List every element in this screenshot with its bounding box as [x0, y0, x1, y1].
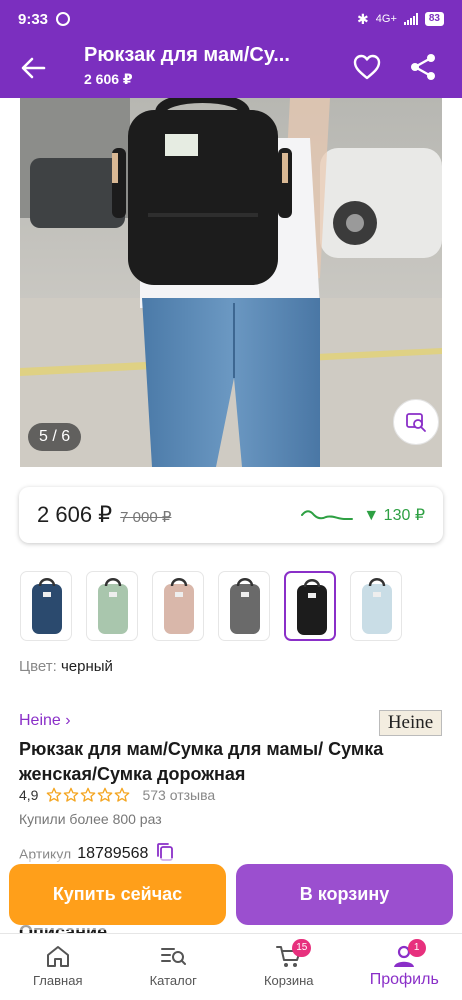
- nav-profile-label: Профиль: [369, 971, 439, 988]
- back-button[interactable]: [18, 54, 48, 82]
- swatch-body: [32, 584, 62, 634]
- swatch-black[interactable]: [284, 571, 336, 641]
- arrow-left-icon: [21, 57, 46, 79]
- swatch-blue[interactable]: [20, 571, 72, 641]
- product-photo: [20, 98, 442, 467]
- nav-home[interactable]: Главная: [0, 934, 116, 1000]
- page-title: Рюкзак для мам/Су...: [84, 44, 290, 66]
- heart-icon: [353, 54, 381, 80]
- favorite-button[interactable]: [352, 52, 382, 82]
- status-time: 9:33: [18, 10, 49, 28]
- home-icon: [46, 946, 69, 967]
- share-button[interactable]: [408, 52, 438, 82]
- backpack-thumbnail: [230, 578, 260, 634]
- nav-catalog[interactable]: Каталог: [116, 934, 232, 1000]
- swatch-body: [164, 584, 194, 634]
- bottom-nav: Главная Каталог 15 Корзина 1 Профиль: [0, 933, 462, 1000]
- reviews-count[interactable]: 573 отзыва: [142, 787, 215, 803]
- swatch-grey[interactable]: [218, 571, 270, 641]
- color-label: Цвет: черный: [19, 658, 113, 675]
- swatch-body: [297, 585, 327, 635]
- star-icon: [64, 787, 79, 802]
- profile-badge: 1: [407, 939, 426, 957]
- header-price: 2 606 ₽: [84, 71, 133, 87]
- rating-value: 4,9: [19, 787, 39, 803]
- price-card[interactable]: 2 606 ₽ 7 000 ₽ ▼ 130 ₽: [19, 487, 443, 543]
- nav-home-label: Главная: [33, 973, 83, 988]
- old-price: 7 000 ₽: [120, 508, 172, 526]
- swatch-body: [230, 584, 260, 634]
- price-trend: ▼ 130 ₽: [301, 505, 425, 525]
- bluetooth-icon: ✱: [357, 10, 369, 27]
- product-image[interactable]: 5 / 6: [20, 98, 442, 467]
- battery-icon: 83: [424, 12, 444, 26]
- backpack-thumbnail: [32, 578, 62, 634]
- alarm-icon: [56, 12, 71, 26]
- brand-logo[interactable]: Heine: [379, 710, 442, 736]
- backpack-thumbnail: [98, 578, 128, 634]
- cart-badge: 15: [292, 939, 312, 957]
- nav-catalog-label: Каталог: [149, 973, 197, 988]
- backpack-thumbnail: [297, 579, 327, 635]
- image-search-button[interactable]: [393, 399, 439, 445]
- rating-row[interactable]: 4,9 573 отзыва: [19, 787, 215, 803]
- color-swatches: [20, 571, 450, 643]
- signal-icon: [403, 13, 418, 25]
- star-icon: [81, 787, 96, 802]
- current-price: 2 606 ₽: [37, 502, 113, 527]
- image-search-icon: [406, 413, 426, 432]
- share-icon: [411, 54, 435, 80]
- star-icon: [47, 787, 62, 802]
- backpack-thumbnail: [362, 578, 392, 634]
- swatch-body: [98, 584, 128, 634]
- star-icon: [98, 787, 113, 802]
- image-counter: 5 / 6: [28, 423, 82, 451]
- backpack-thumbnail: [164, 578, 194, 634]
- network-type: 4G+: [375, 13, 397, 25]
- swatch-green[interactable]: [86, 571, 138, 641]
- status-indicators: ✱ 4G+ 83: [357, 11, 444, 28]
- nav-cart[interactable]: 15 Корзина: [231, 934, 347, 1000]
- status-bar: 9:33 ✱ 4G+ 83: [0, 0, 462, 38]
- app-bar: Рюкзак для мам/Су... 2 606 ₽: [0, 38, 462, 98]
- nav-profile[interactable]: 1 Профиль: [347, 934, 462, 1000]
- swatch-light-blue[interactable]: [350, 571, 402, 641]
- buy-now-button[interactable]: Купить сейчас: [9, 864, 226, 925]
- color-label-title: Цвет:: [19, 658, 57, 675]
- nav-cart-label: Корзина: [263, 973, 314, 988]
- brand-link[interactable]: Heine ›: [19, 712, 71, 730]
- star-icon: [115, 787, 130, 802]
- swatch-pink[interactable]: [152, 571, 204, 641]
- swatch-body: [362, 584, 392, 634]
- color-value: черный: [60, 658, 113, 675]
- price-drop: ▼ 130 ₽: [363, 507, 425, 524]
- rating-stars: [46, 787, 130, 803]
- price-history-sparkline-icon: [301, 510, 354, 520]
- add-to-cart-button[interactable]: В корзину: [236, 864, 453, 925]
- product-title: Рюкзак для мам/Сумка для мамы/ Сумка жен…: [19, 739, 384, 784]
- catalog-search-icon: [161, 948, 187, 965]
- title-block: Рюкзак для мам/Су... 2 606 ₽: [84, 44, 334, 88]
- bought-count: Купили более 800 раз: [19, 811, 162, 827]
